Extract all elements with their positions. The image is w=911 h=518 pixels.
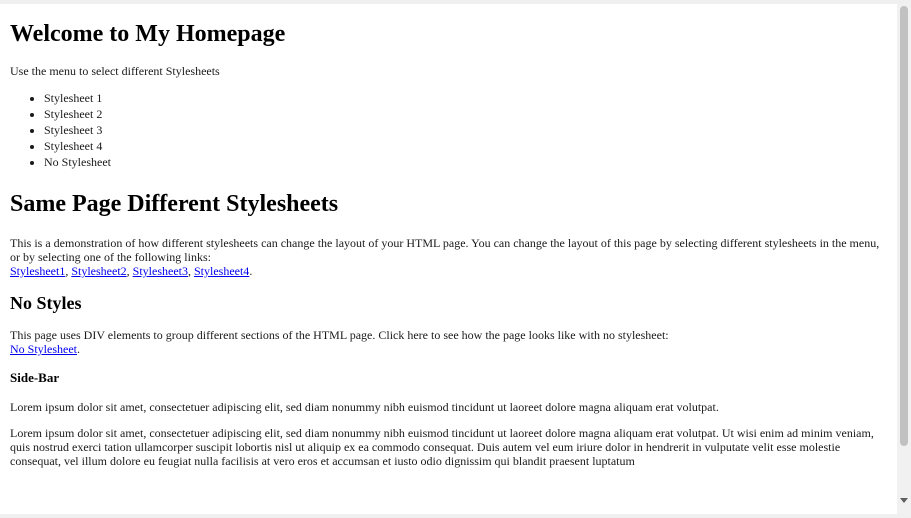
menu-item-stylesheet-4[interactable]: Stylesheet 4	[44, 138, 889, 154]
section-heading-same-page: Same Page Different Stylesheets	[10, 191, 339, 217]
vertical-scrollbar[interactable]	[897, 4, 911, 514]
menu-item-no-stylesheet[interactable]: No Stylesheet	[44, 154, 889, 170]
menu-item-stylesheet-3[interactable]: Stylesheet 3	[44, 122, 889, 138]
section-text-no-styles: This page uses DIV elements to group dif…	[10, 328, 669, 342]
link-end-punctuation: .	[77, 342, 80, 356]
scrollbar-thumb[interactable]	[900, 6, 908, 446]
menu-item-stylesheet-2[interactable]: Stylesheet 2	[44, 106, 889, 122]
link-end-punctuation: .	[249, 264, 253, 278]
link-stylesheet4[interactable]: Stylesheet4	[194, 264, 249, 278]
section-text-same-page: This is a demonstration of how different…	[10, 236, 880, 264]
page-content: Welcome to My Homepage Use the menu to s…	[0, 4, 897, 514]
link-stylesheet2[interactable]: Stylesheet2	[71, 264, 126, 278]
menu-item-stylesheet-1[interactable]: Stylesheet 1	[44, 90, 889, 106]
section-heading-sidebar: Side-Bar	[10, 370, 60, 385]
section-heading-no-styles: No Styles	[10, 293, 82, 313]
stylesheet-menu: Stylesheet 1 Stylesheet 2 Stylesheet 3 S…	[10, 90, 889, 170]
link-no-stylesheet[interactable]: No Stylesheet	[10, 342, 77, 356]
sidebar-paragraph-1: Lorem ipsum dolor sit amet, consectetuer…	[10, 400, 719, 414]
browser-viewport: Welcome to My Homepage Use the menu to s…	[0, 4, 911, 514]
chevron-down-icon[interactable]	[900, 498, 908, 503]
section-paragraph-no-styles: This page uses DIV elements to group dif…	[10, 328, 889, 356]
section-paragraph-same-page: This is a demonstration of how different…	[10, 236, 889, 278]
link-stylesheet3[interactable]: Stylesheet3	[133, 264, 188, 278]
intro-text: Use the menu to select different Stylesh…	[10, 64, 220, 78]
sidebar-paragraph-2: Lorem ipsum dolor sit amet, consectetuer…	[10, 426, 874, 468]
link-stylesheet1[interactable]: Stylesheet1	[10, 264, 65, 278]
page-title: Welcome to My Homepage	[10, 21, 286, 47]
